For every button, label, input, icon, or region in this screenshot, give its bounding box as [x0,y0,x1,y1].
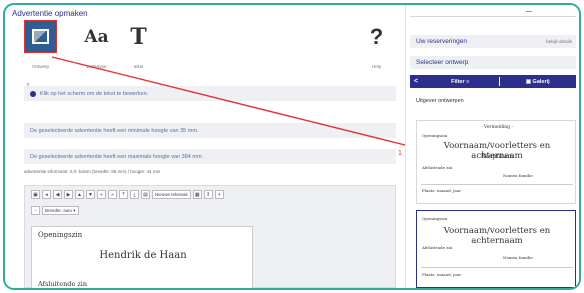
align-top-icon[interactable]: ⤒ [119,190,128,199]
filter-button[interactable]: Filter ≡ [422,79,499,85]
gallery-button[interactable]: ▣ Galerij [500,79,577,85]
tool-row: Ontwerp Aa Lettertype T tekst ? Help 1 [5,18,401,90]
back-icon[interactable]: < [410,78,422,85]
design-sidebar: Uw reserveringen bekijk details Selectee… [405,5,579,288]
annotation-marker-right: 1 [398,150,402,157]
undo-icon[interactable]: ◂ [42,190,51,199]
width-select-label: Breedte: auto [45,208,73,213]
align-bottom-icon[interactable]: ⤓ [130,190,139,199]
columns-icon[interactable]: ‖ [203,190,213,199]
card-family: Namen familie [503,173,533,178]
preview-closing[interactable]: Afsluitende zin [38,280,87,288]
select-design-bar: Selecteer ontwerp [410,56,576,69]
card-callname: Roepnaam [480,153,514,160]
preview-name[interactable]: Hendrik de Haan [32,250,254,261]
lock-icon[interactable]: ▫ [31,206,40,215]
text-editor: ▣ ◂ ◀ ▶ ▲ ▼ « » ⤒ ⤓ ▤ Nieuwe tekstvak ▦ … [24,185,396,288]
right-arrow-icon[interactable]: ▶ [64,190,73,199]
card-closing: Afsluitende zin [422,165,453,170]
card-divider [421,184,573,185]
card-closing: Afsluitende zin [422,245,453,250]
save-icon[interactable]: ▣ [31,190,40,199]
ad-preview[interactable]: Openingszin Hendrik de Haan Afsluitende … [31,226,254,288]
up-arrow-icon[interactable]: ▲ [75,190,84,199]
plus-icon[interactable]: + [214,190,224,199]
card-top-note: - Vermelding - [480,125,514,130]
editor-toolbar-row-2: ▫ Breedte: auto ▾ [31,206,79,215]
divider [526,11,532,12]
card-family: Namen familie [503,255,533,260]
reservations-bar[interactable]: Uw reserveringen bekijk details [410,35,576,48]
publisher-designs-heading: Uitgever ontwerpen [416,98,464,104]
design-card[interactable]: - Vermelding - Openingszin Voornaam/voor… [416,120,576,204]
grid-icon[interactable]: ▦ [192,190,202,199]
font-tool-button[interactable]: Aa Lettertype [80,20,113,70]
info-text: Klik op het scherm om de tekst te bewerk… [40,90,149,97]
card-place: Plaats, maand, jaar [422,188,462,193]
min-height-message: De geselecteerde advertentie heeft een m… [24,123,396,138]
design-card-selected[interactable]: Openingszin Voornaam/voorletters en acht… [416,210,576,288]
gallery-label: Galerij [532,78,550,85]
ad-info: advertentie informatie: 2,0- kolom (bree… [24,169,161,174]
help-label: Help [371,64,382,69]
new-textbox-label: Nieuwe tekstvak [155,192,188,197]
new-textbox-button[interactable]: Nieuwe tekstvak [152,190,191,199]
page-title: Advertentie opmaken [12,9,88,18]
window-frame: Advertentie opmaken Ontwerp Aa Lettertyp… [3,3,581,290]
down-arrow-icon[interactable]: ▼ [86,190,95,199]
card-opening: Openingszin [422,216,448,221]
editor-pane: Advertentie opmaken Ontwerp Aa Lettertyp… [5,5,401,288]
editor-toolbar-row-1: ▣ ◂ ◀ ▶ ▲ ▼ « » ⤒ ⤓ ▤ Nieuwe tekstvak ▦ … [31,190,224,199]
card-divider [421,267,573,268]
design-tool-button[interactable]: Ontwerp [24,20,57,70]
info-icon [30,90,36,97]
card-place: Plaats, maand, jaar [422,272,462,277]
text-tool-button[interactable]: T tekst [122,20,155,70]
select-design-label: Selecteer ontwerp [416,59,469,66]
width-select[interactable]: Breedte: auto ▾ [42,206,79,215]
forward-icon[interactable]: » [108,190,117,199]
rewind-icon[interactable]: « [97,190,106,199]
help-button[interactable]: ? Help [360,20,393,70]
design-navbar: < Filter ≡ ▣ Galerij [410,75,576,88]
text-tool-label: tekst [133,64,144,69]
font-tool-label: Lettertype [86,64,107,69]
design-tool-label: Ontwerp [31,64,49,69]
info-message: Klik op het scherm om de tekst te bewerk… [24,86,396,101]
font-icon: Aa [84,26,109,47]
preview-opening[interactable]: Openingszin [38,231,82,239]
card-opening: Openingszin [422,133,448,138]
reservations-details-link[interactable]: bekijk details [546,39,572,44]
sidebar-top [410,5,576,17]
image-icon [32,29,49,44]
card-names: Voornaam/voorletters en achternaam [443,226,551,246]
help-icon: ? [369,23,384,49]
reservations-label: Uw reserveringen [416,38,467,45]
max-height-message: De geselecteerde advertentie heeft een m… [24,149,396,164]
left-arrow-icon[interactable]: ◀ [53,190,62,199]
delete-icon[interactable]: ▤ [141,190,150,199]
text-icon: T [130,23,147,50]
